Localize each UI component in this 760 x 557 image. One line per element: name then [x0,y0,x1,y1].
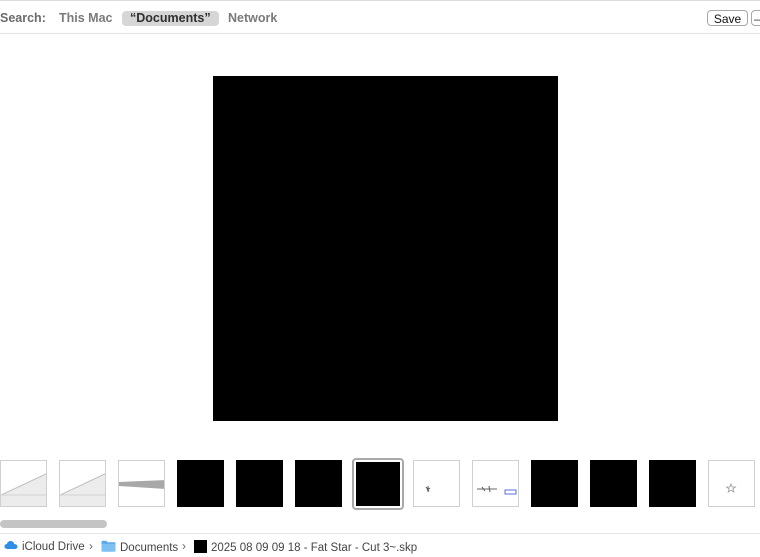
thumbnail-selected[interactable] [352,458,404,510]
remove-criteria-button[interactable]: – [751,10,760,26]
search-label: Search: [0,11,46,25]
cloud-icon [4,540,18,553]
path-separator: › [182,539,186,553]
save-search-button[interactable]: Save [707,10,748,26]
horizontal-scrollbar[interactable] [0,520,107,528]
thumbnail[interactable] [118,460,165,507]
thumbnail[interactable] [649,460,696,507]
thumbnail[interactable] [236,460,283,507]
scope-this-mac[interactable]: This Mac [59,11,113,26]
thumbnail[interactable] [472,460,519,507]
path-item-file[interactable]: 2025 08 09 09 18 - Fat Star - Cut 3~.skp [194,540,417,556]
path-separator: › [89,539,93,553]
scope-documents[interactable]: “Documents” [122,11,219,26]
thumbnail[interactable] [295,460,342,507]
thumbnail[interactable] [0,460,47,507]
folder-icon [101,540,116,555]
scope-network[interactable]: Network [228,11,277,26]
file-thumbnail-icon [194,540,207,556]
path-item-label: Documents [120,541,179,554]
thumbnail[interactable] [590,460,637,507]
thumbnail[interactable] [177,460,224,507]
path-item-icloud[interactable]: iCloud Drive [4,540,85,553]
thumbnail[interactable] [708,460,755,507]
thumbnail-image [356,462,400,506]
thumbnail-strip [0,457,760,513]
thumbnail[interactable] [59,460,106,507]
thumbnail[interactable] [413,460,460,507]
path-item-label: 2025 08 09 09 18 - Fat Star - Cut 3~.skp [211,542,418,554]
path-bar: iCloud Drive › Documents › 2025 08 09 09… [0,533,760,557]
search-scope-bar: Search: This Mac “Documents” Network Sav… [0,0,760,34]
path-item-label: iCloud Drive [22,540,85,553]
file-preview [213,76,558,421]
thumbnail[interactable] [531,460,578,507]
path-item-documents[interactable]: Documents [101,540,178,555]
